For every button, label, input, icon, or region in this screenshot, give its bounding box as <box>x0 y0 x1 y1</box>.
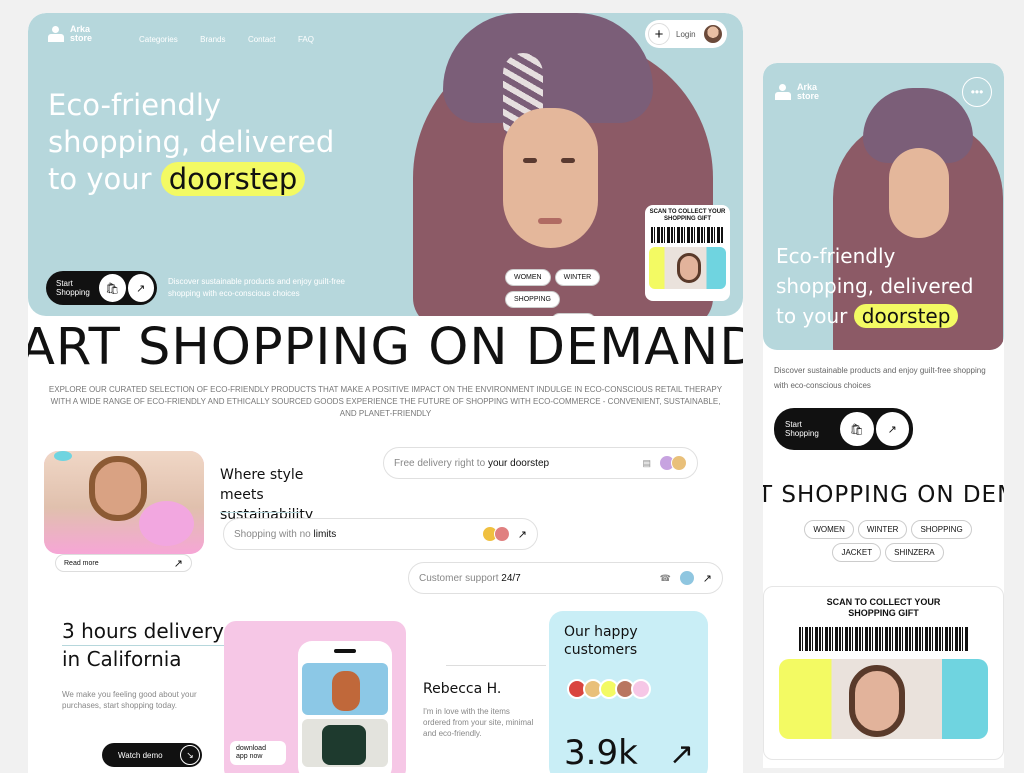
bag-icon[interactable]: 🛍 <box>839 411 875 447</box>
phone-icon: ☎ <box>659 572 671 583</box>
watch-demo-button[interactable]: Watch demo ↘ <box>102 743 202 767</box>
top-nav: Categories Brands Contact FAQ <box>139 29 332 47</box>
delivery-text: We make you feeling good about your purc… <box>62 690 197 710</box>
tag-shopping[interactable]: SHOPPING <box>505 291 560 308</box>
limits-field[interactable]: Shopping with no limits ↗ <box>223 518 538 550</box>
desktop-page: Arka store Categories Brands Contact FAQ … <box>28 13 743 773</box>
calendar-icon: ▤ <box>642 457 651 468</box>
hero-section: Arka store Categories Brands Contact FAQ … <box>28 13 743 316</box>
hero-title: Eco-friendly shopping, delivered to your… <box>48 88 335 196</box>
phone-mockup <box>298 641 392 773</box>
style-title: Where style meets sustainability <box>220 467 314 523</box>
customer-avatar <box>671 455 687 471</box>
logo-icon <box>48 26 64 42</box>
customers-card[interactable]: Our happy customers 3.9k ↗ <box>549 611 708 773</box>
plus-icon: + <box>648 23 670 45</box>
arrow-icon: ↗ <box>173 557 183 570</box>
arrow-up-right-icon[interactable]: ↗ <box>126 273 155 303</box>
customer-avatars <box>567 679 651 699</box>
arrow-down-right-icon: ↘ <box>180 745 200 765</box>
mobile-scan-card[interactable]: SCAN TO COLLECT YOUR SHOPPING GIFT <box>763 586 1004 760</box>
read-more-link[interactable]: Read more ↗ <box>55 554 192 572</box>
nav-contact[interactable]: Contact <box>248 35 276 44</box>
mobile-hero-title: Eco-friendly shopping, delivered to your… <box>776 244 974 328</box>
barcode <box>799 627 968 651</box>
arrow-icon: ↗ <box>702 572 712 585</box>
mobile-marquee: T SHOPPING ON DEM <box>763 482 1004 508</box>
arrow-up-right-icon: ↗ <box>669 738 695 771</box>
review-name: Rebecca H. <box>423 681 502 697</box>
gift-photo <box>779 659 988 739</box>
menu-button[interactable]: ••• <box>962 77 992 107</box>
customer-avatar <box>678 570 695 586</box>
marquee-text: ART SHOPPING ON DEMAND <box>28 318 743 377</box>
arrow-up-right-icon[interactable]: ↗ <box>874 411 910 447</box>
download-app-badge[interactable]: download app now <box>230 741 286 765</box>
nav-faq[interactable]: FAQ <box>298 35 314 44</box>
tag-women[interactable]: WOMEN <box>505 269 551 286</box>
delivery-field[interactable]: Free delivery right to your doorstep ▤ <box>383 447 698 479</box>
hero-tags: WOMENWINTERSHOPPING JACKETSHINZERA <box>503 266 643 316</box>
title-highlight: doorstep <box>160 162 306 196</box>
nav-brands[interactable]: Brands <box>200 35 225 44</box>
customer-avatar <box>493 526 510 542</box>
hero-description: Discover sustainable products and enjoy … <box>168 277 345 298</box>
customers-count: 3.9k <box>564 733 638 773</box>
tag-jacket[interactable]: JACKET <box>551 313 596 316</box>
brand-logo[interactable]: Arka store <box>48 25 92 43</box>
arrow-icon: ↗ <box>517 528 527 541</box>
brand-logo[interactable]: Arka store <box>775 83 819 101</box>
divider <box>446 665 546 666</box>
login-button[interactable]: + Login <box>645 20 727 48</box>
mobile-page: Arka store ••• Eco-friendly shopping, del… <box>763 63 1004 768</box>
tag-winter[interactable]: WINTER <box>554 269 601 286</box>
gift-photo <box>649 247 726 289</box>
scan-gift-card[interactable]: SCAN TO COLLECT YOUR SHOPPING GIFT <box>645 205 730 301</box>
intro-text: EXPLORE OUR CURATED SELECTION OF ECO-FRI… <box>48 385 723 418</box>
user-avatar <box>701 23 724 45</box>
start-shopping-button[interactable]: Start Shopping 🛍 ↗ <box>46 271 157 305</box>
app-promo-card[interactable]: download app now <box>224 621 406 773</box>
review-text: I'm in love with the items ordered from … <box>423 707 534 738</box>
style-photo-card[interactable] <box>44 451 204 554</box>
support-field[interactable]: Customer support 24/7 ☎ ↗ <box>408 562 723 594</box>
logo-icon <box>775 84 791 100</box>
mobile-hero: Arka store ••• Eco-friendly shopping, del… <box>763 63 1004 350</box>
nav-categories[interactable]: Categories <box>139 35 178 44</box>
mobile-tags: WOMEN WINTER SHOPPING JACKET SHINZERA <box>793 518 983 564</box>
bag-icon[interactable]: 🛍 <box>98 273 127 303</box>
underline <box>62 645 224 646</box>
barcode <box>651 227 724 243</box>
mobile-start-shopping-button[interactable]: Start Shopping 🛍 ↗ <box>774 408 913 450</box>
mobile-description: Discover sustainable products and enjoy … <box>774 366 986 390</box>
underline <box>220 512 300 513</box>
